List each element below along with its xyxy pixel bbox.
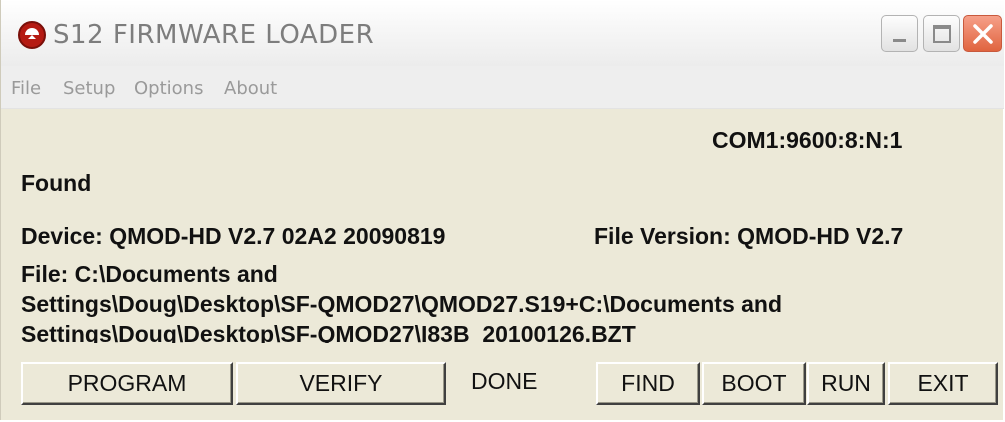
port-settings: COM1:9600:8:N:1 (712, 127, 903, 153)
menu-about[interactable]: About (224, 78, 277, 99)
window-title: S12 FIRMWARE LOADER (53, 20, 375, 50)
program-button[interactable]: PROGRAM (21, 362, 233, 405)
device-info: Device: QMOD-HD V2.7 02A2 20090819 (21, 223, 446, 249)
verify-button[interactable]: VERIFY (236, 362, 446, 405)
status-text: Found (21, 170, 92, 196)
maximize-button[interactable] (923, 15, 960, 52)
file-path-line: File: C:\Documents and (21, 261, 278, 287)
boot-button[interactable]: BOOT (702, 362, 806, 405)
menu-setup[interactable]: Setup (63, 78, 115, 99)
minimize-icon (893, 39, 906, 42)
run-button[interactable]: RUN (807, 362, 885, 405)
app-icon[interactable] (18, 21, 46, 49)
file-path-line: Settings\Doug\Desktop\SF-QMOD27\I83B_201… (21, 321, 636, 343)
main-panel: COM1:9600:8:N:1 Found Device: QMOD-HD V2… (1, 109, 1004, 420)
close-button[interactable] (963, 15, 1002, 52)
minimize-button[interactable] (881, 15, 918, 52)
find-button[interactable]: FIND (596, 362, 700, 405)
file-path-line: Settings\Doug\Desktop\SF-QMOD27\QMOD27.S… (21, 291, 783, 317)
exit-button[interactable]: EXIT (888, 362, 998, 405)
file-path: File: C:\Documents and Settings\Doug\Des… (21, 259, 981, 343)
title-bar[interactable]: S12 FIRMWARE LOADER (1, 0, 1004, 67)
menu-options[interactable]: Options (134, 78, 203, 99)
progress-status: DONE (471, 368, 538, 394)
app-window: S12 FIRMWARE LOADER File Setup Options A… (0, 0, 1004, 420)
menu-bar: File Setup Options About (1, 66, 1004, 109)
close-icon (973, 24, 993, 44)
file-version: File Version: QMOD-HD V2.7 (594, 223, 904, 249)
maximize-icon (933, 25, 951, 43)
menu-file[interactable]: File (11, 78, 41, 99)
